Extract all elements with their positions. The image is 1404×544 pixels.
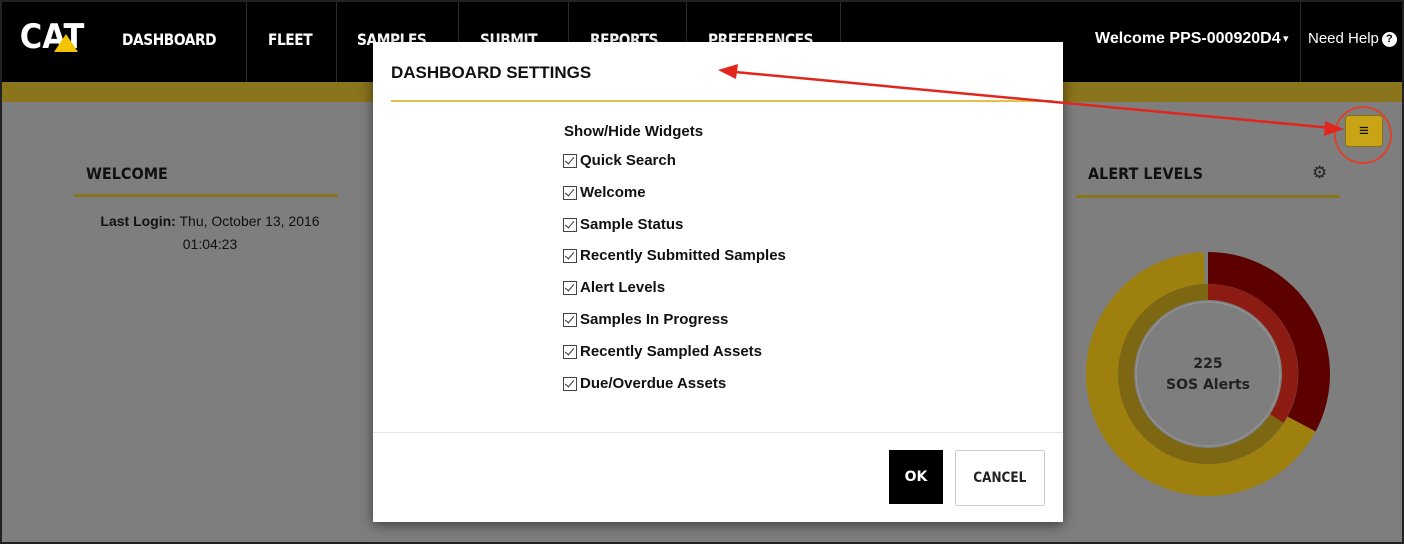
- question-circle-icon: ?: [1381, 32, 1397, 47]
- widget-label: Recently Submitted Samples: [580, 247, 786, 265]
- widget-label: Samples In Progress: [580, 310, 729, 328]
- widget-toggle-recently-sampled-assets[interactable]: Recently Sampled Assets: [563, 343, 786, 375]
- alert-levels-underline: [1076, 195, 1340, 198]
- nav-fleet[interactable]: FLEET: [268, 30, 313, 49]
- donut-center-label: 225 SOS Alerts: [1152, 354, 1264, 396]
- cancel-button[interactable]: CANCEL: [955, 450, 1045, 506]
- show-hide-widgets-heading: Show/Hide Widgets: [564, 123, 704, 140]
- welcome-user-menu[interactable]: Welcome PPS-000920D4: [1095, 30, 1281, 48]
- browser-frame: CAT DASHBOARD FLEET SAMPLES SUBMIT REPOR…: [0, 0, 1404, 544]
- widget-toggle-quick-search[interactable]: Quick Search: [563, 152, 786, 184]
- last-login-info: Last Login: Thu, October 13, 2016 01:04:…: [80, 210, 340, 256]
- widget-label: Recently Sampled Assets: [580, 342, 763, 360]
- widget-label: Alert Levels: [580, 279, 666, 297]
- sos-alert-caption: SOS Alerts: [1166, 377, 1250, 393]
- widget-label: Due/Overdue Assets: [580, 374, 727, 392]
- widget-label: Welcome: [580, 183, 646, 201]
- sos-alert-count: 225: [1193, 356, 1223, 372]
- checkbox-checked-icon[interactable]: [563, 185, 577, 200]
- modal-title: DASHBOARD SETTINGS: [391, 63, 592, 82]
- widget-toggle-welcome[interactable]: Welcome: [563, 184, 786, 216]
- checkbox-checked-icon[interactable]: [563, 249, 577, 264]
- checkbox-checked-icon[interactable]: [563, 154, 577, 168]
- chevron-down-icon[interactable]: ▾: [1283, 32, 1289, 45]
- checkbox-checked-icon[interactable]: [563, 344, 577, 359]
- widget-toggle-recently-submitted-samples[interactable]: Recently Submitted Samples: [563, 247, 786, 279]
- last-login-date: Thu, October 13, 2016: [179, 213, 320, 229]
- last-login-time: 01:04:23: [182, 236, 238, 252]
- welcome-widget-underline: [74, 194, 338, 197]
- widget-toggle-samples-in-progress[interactable]: Samples In Progress: [563, 311, 786, 343]
- cat-logo-icon[interactable]: CAT: [18, 12, 88, 66]
- gear-icon[interactable]: ⚙: [1312, 163, 1327, 183]
- modal-footer-divider: [373, 432, 1063, 433]
- checkbox-checked-icon[interactable]: [563, 217, 577, 232]
- checkbox-checked-icon[interactable]: [563, 281, 577, 296]
- welcome-widget-title: WELCOME: [86, 164, 168, 183]
- need-help-link[interactable]: Need Help?: [1308, 30, 1397, 47]
- checkbox-checked-icon[interactable]: [563, 312, 577, 327]
- annotation-circle: [1334, 106, 1392, 164]
- widget-toggle-sample-status[interactable]: Sample Status: [563, 216, 786, 248]
- widget-label: Quick Search: [580, 152, 676, 169]
- nav-dashboard[interactable]: DASHBOARD: [122, 30, 217, 49]
- modal-title-underline: [391, 100, 1053, 102]
- widget-checkbox-list: Quick Search Welcome Sample Status Recen…: [563, 152, 786, 406]
- last-login-label: Last Login:: [100, 213, 176, 229]
- alert-levels-title: ALERT LEVELS: [1088, 164, 1203, 183]
- widget-toggle-due-overdue-assets[interactable]: Due/Overdue Assets: [563, 375, 786, 407]
- ok-button[interactable]: OK: [889, 450, 943, 504]
- need-help-label: Need Help: [1308, 30, 1379, 47]
- cancel-label: CANCEL: [973, 470, 1027, 486]
- widget-toggle-alert-levels[interactable]: Alert Levels: [563, 279, 786, 311]
- checkbox-checked-icon[interactable]: [563, 376, 577, 391]
- widget-label: Sample Status: [580, 215, 684, 233]
- dashboard-settings-modal: DASHBOARD SETTINGS Show/Hide Widgets Qui…: [373, 42, 1063, 522]
